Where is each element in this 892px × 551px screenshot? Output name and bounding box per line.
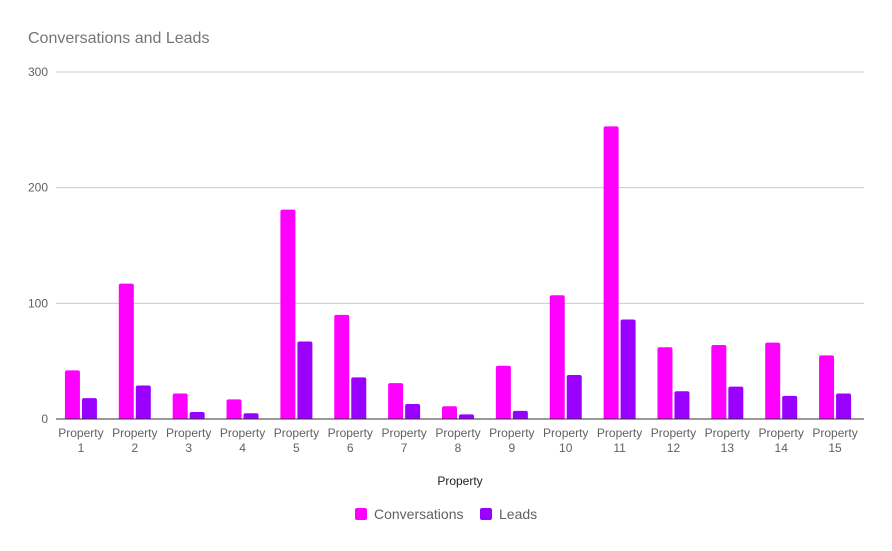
bar-conversations-9[interactable] (495, 365, 511, 419)
x-tick-label: Property 8 (435, 426, 480, 455)
bar-leads-8[interactable] (459, 414, 474, 419)
chart-title: Conversations and Leads (28, 30, 209, 47)
legend-label: Leads (499, 506, 537, 522)
bar-conversations-6[interactable] (334, 314, 350, 419)
x-axis-title: Property (437, 474, 482, 488)
bar-leads-4[interactable] (243, 413, 259, 419)
bar-leads-9[interactable] (512, 410, 528, 419)
x-tick-label: Property 15 (812, 426, 857, 455)
y-tick-label: 300 (28, 65, 48, 79)
bars (64, 126, 852, 419)
bar-leads-7[interactable] (405, 403, 421, 419)
x-tick-label: Property 9 (489, 426, 534, 455)
x-tick-label: Property 4 (220, 426, 265, 455)
bar-leads-2[interactable] (135, 385, 151, 419)
x-tick-label: Property 5 (274, 426, 319, 455)
bar-conversations-5[interactable] (280, 209, 296, 419)
bar-leads-1[interactable] (81, 398, 97, 419)
legend-swatch (480, 508, 492, 520)
x-tick-label: Property 6 (328, 426, 373, 455)
legend-label: Conversations (374, 506, 464, 522)
bar-conversations-2[interactable] (118, 283, 134, 419)
y-tick-label: 100 (28, 296, 48, 310)
x-tick-label: Property 3 (166, 426, 211, 455)
bar-conversations-8[interactable] (442, 406, 457, 419)
x-tick-label: Property 12 (651, 426, 696, 455)
bar-leads-10[interactable] (566, 375, 582, 419)
bar-conversations-10[interactable] (549, 295, 565, 419)
bar-conversations-7[interactable] (388, 383, 404, 419)
legend-item-leads[interactable]: Leads (480, 506, 537, 522)
x-tick-label: Property 10 (543, 426, 588, 455)
x-axis-ticks: Property 1 Property 2 Property 3 Property 4 Prop… (58, 426, 857, 455)
bar-leads-6[interactable] (351, 377, 367, 419)
y-tick-label: 200 (28, 181, 48, 195)
bar-conversations-12[interactable] (657, 347, 673, 419)
bar-conversations-15[interactable] (819, 355, 835, 419)
y-tick-label: 0 (41, 412, 48, 426)
legend-item-conversations[interactable]: Conversations (355, 506, 464, 522)
x-tick-label: Property 11 (597, 426, 642, 455)
bar-leads-11[interactable] (620, 319, 636, 419)
bar-chart: Conversations and Leads 0 100 200 300 Prope… (28, 30, 864, 522)
bar-leads-14[interactable] (782, 395, 798, 419)
x-tick-label: Property 2 (112, 426, 157, 455)
bar-conversations-11[interactable] (603, 126, 619, 419)
x-tick-label: Property 7 (381, 426, 426, 455)
bar-leads-15[interactable] (836, 393, 852, 419)
bar-conversations-13[interactable] (711, 344, 727, 419)
bar-conversations-14[interactable] (765, 342, 781, 419)
y-axis-ticks: 0 100 200 300 (28, 65, 48, 426)
bar-conversations-4[interactable] (226, 399, 242, 419)
legend-swatch (355, 508, 367, 520)
bar-leads-13[interactable] (728, 386, 744, 419)
bar-conversations-1[interactable] (64, 370, 80, 419)
bar-leads-12[interactable] (674, 391, 690, 419)
x-tick-label: Property 13 (705, 426, 750, 455)
bar-conversations-3[interactable] (172, 393, 188, 419)
gridlines (56, 71, 864, 304)
x-tick-label: Property 14 (759, 426, 804, 455)
bar-leads-3[interactable] (189, 412, 205, 419)
x-tick-label: Property 1 (58, 426, 103, 455)
legend: Conversations Leads (355, 506, 537, 522)
bar-leads-5[interactable] (297, 341, 313, 419)
